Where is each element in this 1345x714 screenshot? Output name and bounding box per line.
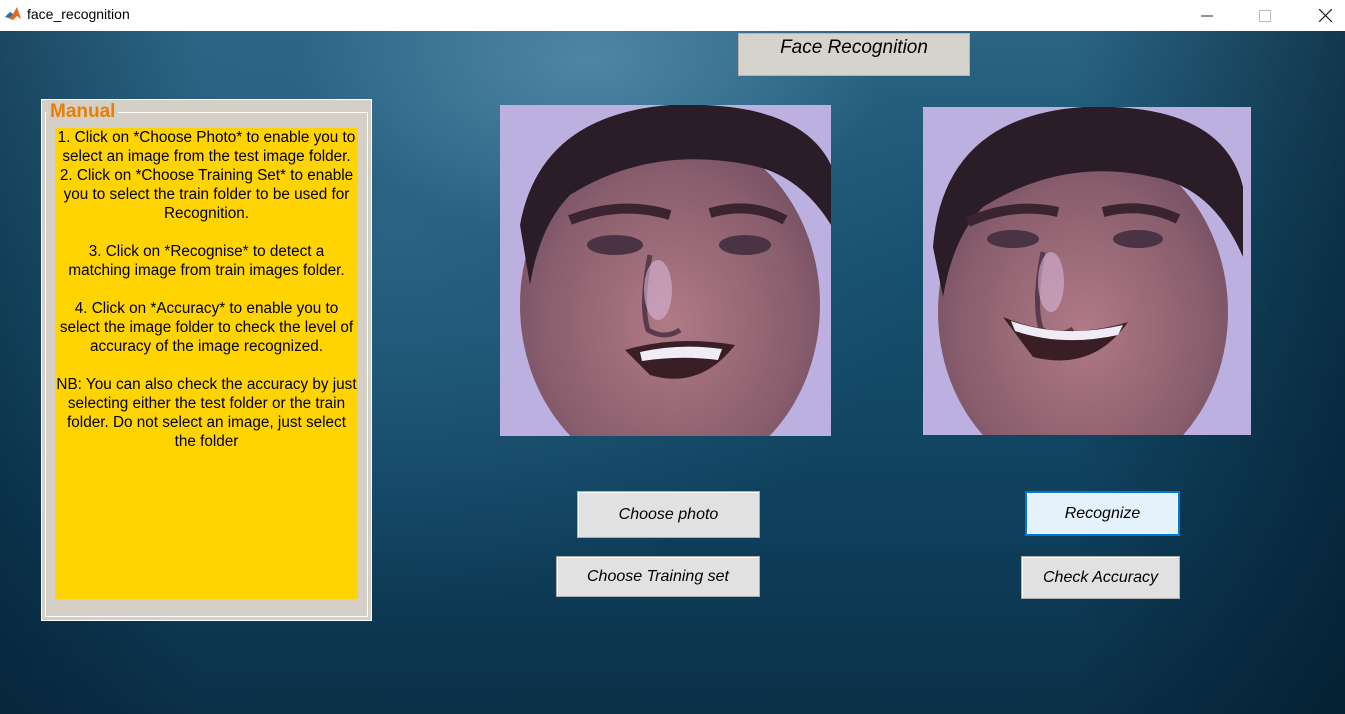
matched-face-photo: [923, 107, 1251, 435]
window-title: face_recognition: [27, 6, 130, 22]
manual-panel: Manual 1. Click on *Choose Photo* to ena…: [41, 99, 372, 621]
test-face-photo: [500, 105, 831, 436]
manual-legend: Manual: [47, 101, 119, 123]
manual-text: 1. Click on *Choose Photo* to enable you…: [55, 128, 358, 599]
figure-canvas: Face Recognition Manual 1. Click on *Cho…: [0, 31, 1345, 714]
page-title: Face Recognition: [780, 37, 928, 58]
maximize-icon: [1259, 9, 1271, 22]
check-accuracy-button[interactable]: Check Accuracy: [1021, 556, 1180, 599]
minimize-button[interactable]: [1184, 0, 1230, 31]
matlab-icon: [4, 5, 22, 23]
close-icon: [1318, 9, 1332, 22]
choose-photo-button[interactable]: Choose photo: [577, 491, 760, 538]
recognize-button[interactable]: Recognize: [1025, 491, 1180, 536]
window-titlebar: face_recognition: [0, 0, 1345, 31]
minimize-icon: [1201, 15, 1213, 16]
choose-training-set-button[interactable]: Choose Training set: [556, 556, 760, 597]
close-button[interactable]: [1302, 0, 1345, 31]
matched-face-image: [923, 107, 1251, 435]
title-panel: Face Recognition: [738, 33, 970, 76]
test-face-image: [500, 105, 831, 436]
maximize-button[interactable]: [1242, 0, 1288, 31]
